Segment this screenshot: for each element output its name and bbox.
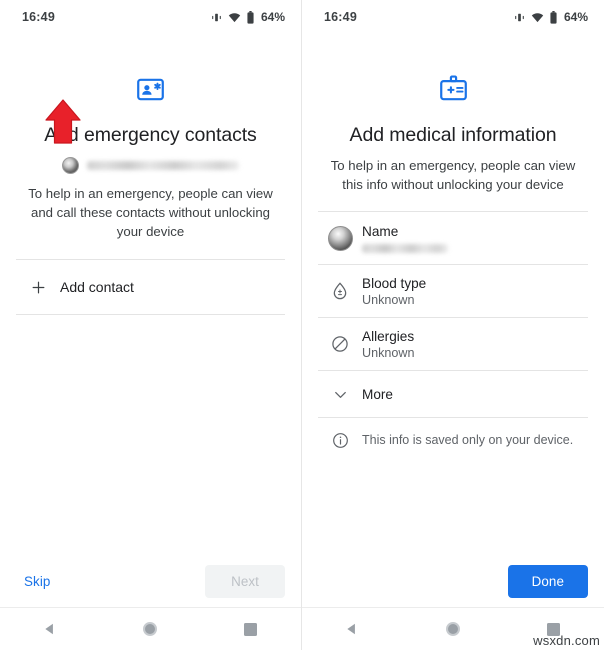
left-content: Add emergency contacts To help in an eme… <box>0 34 301 555</box>
status-time: 16:49 <box>22 10 55 24</box>
left-phone-screen: 16:49 64% Add emergency contacts To help… <box>0 0 302 650</box>
plus-icon <box>16 279 60 296</box>
right-bottom-bar: Done <box>302 555 604 607</box>
list-item-value: Unknown <box>362 292 415 307</box>
name-value-redacted <box>362 243 448 253</box>
device-storage-note-text: This info is saved only on your device. <box>362 433 574 447</box>
list-item-blood-type[interactable]: Blood type Unknown <box>318 265 588 317</box>
status-icon-group: 64% <box>513 10 588 24</box>
list-item-body: This info is saved only on your device. <box>362 433 588 447</box>
status-bar-left: 16:49 64% <box>0 0 301 34</box>
vibrate-icon <box>513 11 526 24</box>
account-avatar <box>62 156 79 174</box>
list-item-body: Name <box>362 224 588 253</box>
status-icon-group: 64% <box>210 10 285 24</box>
recents-square-icon[interactable] <box>229 608 273 650</box>
wifi-icon <box>531 11 544 24</box>
list-item-body: Blood type Unknown <box>362 276 588 307</box>
list-item-title: Blood type <box>362 275 427 291</box>
list-item-value: Unknown <box>362 345 415 360</box>
allergies-block-icon <box>318 334 362 354</box>
list-item-name[interactable]: Name <box>318 212 588 264</box>
done-button[interactable]: Done <box>507 564 588 598</box>
left-bottom-bar: Skip Next <box>0 555 301 607</box>
info-icon <box>318 431 362 450</box>
status-time: 16:49 <box>324 10 357 24</box>
navigation-bar-right: wsxdn.com <box>302 607 604 650</box>
list-item-title: Allergies <box>362 328 415 344</box>
battery-percent: 64% <box>563 10 588 24</box>
list-item-more[interactable]: More <box>318 371 588 417</box>
add-contact-label: Add contact <box>60 279 134 295</box>
vibrate-icon <box>210 11 223 24</box>
battery-percent: 64% <box>260 10 285 24</box>
medical-id-badge-icon <box>318 74 588 105</box>
navigation-bar-left <box>0 607 301 650</box>
right-phone-screen: 16:49 64% Add medical information To hel… <box>302 0 604 650</box>
list-item-title: Name <box>362 223 399 239</box>
page-description: To help in an emergency, people can view… <box>330 158 576 192</box>
chevron-down-icon <box>318 385 362 404</box>
next-button[interactable]: Next <box>205 564 285 598</box>
divider-below-add-contact <box>16 314 285 315</box>
page-title: Add medical information <box>349 124 557 146</box>
battery-icon <box>246 10 255 24</box>
dual-screenshot-container: 16:49 64% Add emergency contacts To help… <box>0 0 604 650</box>
skip-button[interactable]: Skip <box>16 568 58 595</box>
back-triangle-icon[interactable] <box>28 608 72 650</box>
home-circle-icon[interactable] <box>431 608 475 650</box>
account-row[interactable] <box>16 156 285 174</box>
battery-icon <box>549 10 558 24</box>
right-content: Add medical information To help in an em… <box>302 34 604 555</box>
back-triangle-icon[interactable] <box>330 608 374 650</box>
red-up-arrow-annotation <box>43 98 83 151</box>
device-storage-note: This info is saved only on your device. <box>318 418 588 462</box>
add-contact-button[interactable]: Add contact <box>16 260 285 314</box>
home-circle-icon[interactable] <box>128 608 172 650</box>
list-item-title: More <box>362 386 393 402</box>
account-email-redacted <box>87 160 239 170</box>
account-avatar <box>318 225 362 251</box>
list-item-body: More <box>362 387 588 402</box>
page-description: To help in an emergency, people can view… <box>28 186 273 239</box>
site-watermark: wsxdn.com <box>533 633 600 648</box>
wifi-icon <box>228 11 241 24</box>
blood-drop-icon <box>318 281 362 301</box>
list-item-allergies[interactable]: Allergies Unknown <box>318 318 588 370</box>
list-item-body: Allergies Unknown <box>362 329 588 360</box>
status-bar-right: 16:49 64% <box>302 0 604 34</box>
